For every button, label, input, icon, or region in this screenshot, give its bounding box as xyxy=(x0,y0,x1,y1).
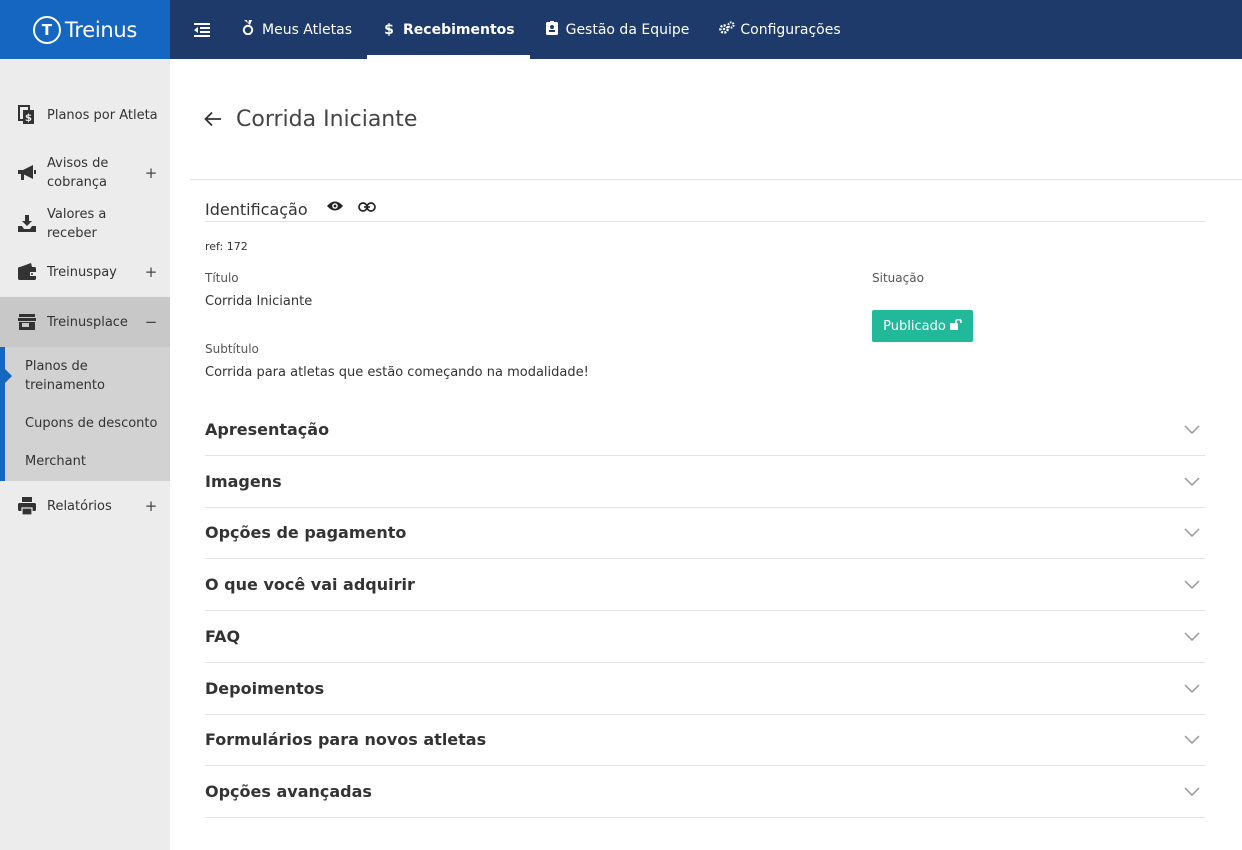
page-header: Corrida Iniciante xyxy=(190,59,1242,180)
section-formularios-novos-atletas[interactable]: Formulários para novos atletas xyxy=(205,714,1205,766)
main-content: Corrida Iniciante Identificação ref: 172… xyxy=(170,59,1242,850)
nav-gestao-equipe[interactable]: Gestão da Equipe xyxy=(530,0,705,59)
file-dollar-icon: $ xyxy=(16,104,38,126)
nav-label: Configurações xyxy=(740,21,841,38)
menu-collapse-icon[interactable] xyxy=(178,0,226,59)
sidebar-item-avisos-cobranca[interactable]: Avisos de cobrança + xyxy=(0,141,170,205)
title-value: Corrida Iniciante xyxy=(205,294,313,309)
chevron-down-icon[interactable] xyxy=(1181,419,1203,441)
section-depoimentos[interactable]: Depoimentos xyxy=(205,663,1205,715)
expand-icon[interactable]: + xyxy=(144,164,158,182)
sidebar: $ Planos por Atleta Avisos de cobrança +… xyxy=(0,59,170,850)
sidebar-item-treinusplace[interactable]: Treinusplace − xyxy=(0,297,170,347)
link-icon[interactable] xyxy=(357,197,376,216)
nav-configuracoes[interactable]: Configurações xyxy=(704,0,855,59)
subtitle-value: Corrida para atletas que estão começando… xyxy=(205,365,589,380)
nav-meus-atletas[interactable]: Meus Atletas xyxy=(226,0,367,59)
section-title: FAQ xyxy=(205,627,241,646)
sidebar-item-label: Avisos de cobrança xyxy=(47,156,109,190)
megaphone-icon xyxy=(16,162,38,184)
reference-id: ref: 172 xyxy=(205,240,248,253)
expand-icon[interactable]: + xyxy=(144,497,158,515)
page-title: Corrida Iniciante xyxy=(236,106,418,132)
sidebar-subitem-label: Planos de treinamento xyxy=(25,358,105,393)
sidebar-subitem-label: Merchant xyxy=(25,454,86,469)
section-title: O que você vai adquirir xyxy=(205,575,415,594)
sidebar-item-relatorios[interactable]: Relatórios + xyxy=(0,481,170,531)
inbox-download-icon xyxy=(16,213,38,235)
section-title: Apresentação xyxy=(205,420,330,439)
chevron-down-icon[interactable] xyxy=(1181,471,1203,493)
eye-icon[interactable] xyxy=(326,197,344,216)
section-title: Opções de pagamento xyxy=(205,523,407,542)
section-imagens[interactable]: Imagens xyxy=(205,456,1205,508)
section-title: Depoimentos xyxy=(205,679,325,698)
dollar-icon: $ xyxy=(384,21,394,38)
identification-fields: Título Corrida Iniciante Situação Public… xyxy=(205,253,1205,403)
expand-icon[interactable]: + xyxy=(144,263,158,281)
sidebar-item-label: Treinuspay xyxy=(47,264,117,280)
id-badge-icon xyxy=(545,20,559,39)
sidebar-item-planos-por-atleta[interactable]: $ Planos por Atleta xyxy=(0,89,170,141)
identification-header: Identificação xyxy=(205,180,1205,222)
unlock-icon xyxy=(949,318,962,334)
top-navigation-bar: T Treinus Meus Atletas $ Recebimentos Ge… xyxy=(0,0,1242,59)
nav-label: Meus Atletas xyxy=(262,21,352,38)
section-opcoes-pagamento[interactable]: Opções de pagamento xyxy=(205,507,1205,559)
section-opcoes-avancadas[interactable]: Opções avançadas xyxy=(205,766,1205,818)
wallet-icon xyxy=(16,261,38,283)
svg-text:$: $ xyxy=(25,113,32,124)
sidebar-subitem-label: Cupons de desconto xyxy=(25,415,158,431)
status-button-label: Publicado xyxy=(883,318,946,334)
nav-label: Recebimentos xyxy=(403,21,515,38)
chevron-down-icon[interactable] xyxy=(1181,626,1203,648)
collapse-icon[interactable]: − xyxy=(144,313,158,331)
section-apresentacao[interactable]: Apresentação xyxy=(205,404,1205,456)
medal-icon xyxy=(241,20,255,39)
sidebar-item-label: Treinusplace xyxy=(47,314,128,330)
back-arrow-icon[interactable] xyxy=(197,103,229,135)
store-icon xyxy=(16,311,38,333)
sidebar-subitem-planos-treinamento[interactable]: Planos de treinamento xyxy=(0,347,170,404)
section-title: Imagens xyxy=(205,472,282,491)
treinus-logo-mark-icon: T xyxy=(32,15,61,44)
chevron-down-icon[interactable] xyxy=(1181,781,1203,803)
sidebar-item-valores-receber[interactable]: Valores a receber xyxy=(0,207,170,241)
identification-title: Identificação xyxy=(205,200,308,219)
sidebar-item-label: Relatórios xyxy=(47,498,112,514)
chevron-down-icon[interactable] xyxy=(1181,574,1203,596)
nav-label: Gestão da Equipe xyxy=(565,21,690,38)
treinus-logo[interactable]: T Treinus xyxy=(0,0,170,59)
sidebar-item-label: Planos por Atleta xyxy=(47,107,158,123)
status-published-button[interactable]: Publicado xyxy=(872,310,973,342)
chevron-down-icon[interactable] xyxy=(1181,522,1203,544)
printer-icon xyxy=(16,495,38,517)
main-nav: Meus Atletas $ Recebimentos Gestão da Eq… xyxy=(226,0,856,59)
subtitle-label: Subtítulo xyxy=(205,342,259,356)
sidebar-subitem-cupons-desconto[interactable]: Cupons de desconto xyxy=(0,404,170,442)
sidebar-item-treinuspay[interactable]: Treinuspay + xyxy=(0,247,170,297)
chevron-down-icon[interactable] xyxy=(1181,678,1203,700)
logo-text: Treinus xyxy=(64,17,138,42)
section-o-que-vai-adquirir[interactable]: O que você vai adquirir xyxy=(205,559,1205,611)
sidebar-item-label: Valores a receber xyxy=(47,207,107,241)
section-title: Opções avançadas xyxy=(205,782,372,801)
sidebar-subitem-merchant[interactable]: Merchant xyxy=(0,442,170,481)
sidebar-group-treinusplace: Treinusplace − Planos de treinamento Cup… xyxy=(0,297,170,481)
nav-recebimentos[interactable]: $ Recebimentos xyxy=(367,0,530,59)
chevron-down-icon[interactable] xyxy=(1181,729,1203,751)
identification-section: Identificação ref: 172 Título Corrida In… xyxy=(205,180,1205,403)
title-label: Título xyxy=(205,271,239,285)
gears-icon xyxy=(719,20,735,39)
section-title: Formulários para novos atletas xyxy=(205,730,487,749)
status-label: Situação xyxy=(872,271,924,285)
section-faq[interactable]: FAQ xyxy=(205,611,1205,663)
